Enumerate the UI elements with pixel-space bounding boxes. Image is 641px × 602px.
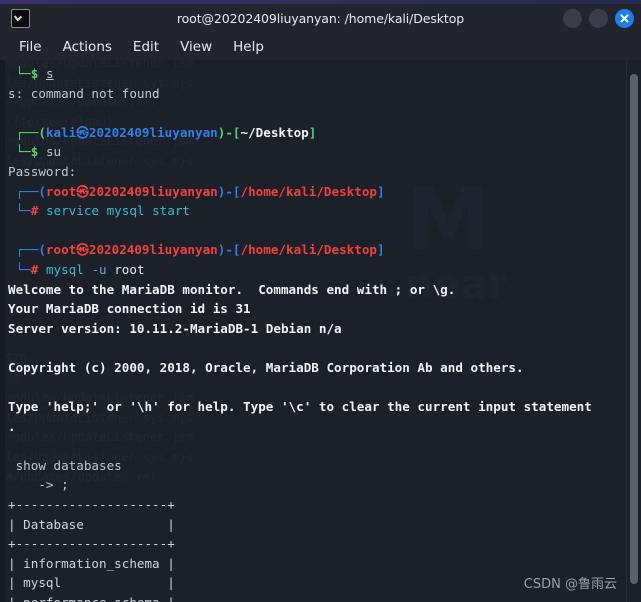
terminal-line-error: s: command not found [8, 85, 160, 101]
terminal-line-query-continuation: -> ; [8, 477, 69, 493]
command-name: mysql [45, 261, 84, 277]
sql-query-text: show databases [8, 457, 122, 473]
table-border-mid: +--------------------+ [8, 536, 175, 552]
terminal-line-prompt-kali: ┌──(kali㉿20202409liuyanyan)-[~/Desktop] [8, 124, 317, 140]
table-row: | performance_schema | [8, 593, 626, 602]
command-text: su [45, 144, 62, 160]
window-title: root@20202409liuyanyan: /home/kali/Deskt… [176, 11, 465, 26]
scrollbar-thumb[interactable] [630, 74, 638, 584]
close-button[interactable] [615, 9, 634, 28]
command-text: service mysql start [45, 203, 190, 219]
command-flag: -u [91, 261, 107, 277]
menubar: File Actions Edit View Help [0, 33, 641, 60]
window-controls [563, 9, 634, 28]
terminal-line-cmd-mysql: └─# mysql -u root [8, 261, 145, 277]
table-row: | information_schema | [8, 555, 175, 571]
prompt-host: 20202409liuyanyan [88, 242, 218, 258]
terminal-line-prompt-partial: └─$ s [8, 66, 54, 81]
prompt-path: ~/Desktop [240, 124, 309, 140]
prompt-host: 20202409liuyanyan [88, 124, 218, 140]
terminal-line-password: Password: [8, 163, 77, 179]
menu-item-actions[interactable]: Actions [54, 37, 121, 57]
prompt-user: root [45, 183, 77, 199]
terminal-line-copyright: Copyright (c) 2000, 2018, Oracle, MariaD… [8, 359, 524, 375]
menu-item-view[interactable]: View [171, 37, 221, 57]
terminal-line-serverver: Server version: 10.11.2-MariaDB-1 Debian… [8, 320, 342, 336]
terminal-line-connid: Your MariaDB connection id is 31 [8, 301, 251, 317]
table-header-row: | Database | [8, 516, 175, 532]
terminal-screen[interactable]: e/modules/UpdateListener.jsm dules/Updat… [5, 60, 626, 602]
prompt-path: /home/kali/Desktop [240, 183, 377, 199]
prompt-host: 20202409liuyanyan [88, 183, 218, 199]
maximize-button[interactable] [589, 9, 608, 28]
menu-item-file[interactable]: File [10, 37, 51, 57]
terminal-line-help-cont: . [8, 418, 16, 434]
terminal-line-cmd-su: └─$ su [8, 144, 62, 160]
menu-item-help[interactable]: Help [224, 37, 273, 57]
terminal-window: root@20202409liuyanyan: /home/kali/Deskt… [0, 4, 641, 602]
terminal-icon [11, 9, 30, 28]
window-titlebar[interactable]: root@20202409liuyanyan: /home/kali/Deskt… [0, 4, 641, 33]
terminal-line-prompt-root: ┌──(root㉿20202409liuyanyan)-[/home/kali/… [8, 242, 385, 258]
terminal-line-query: show databases [8, 456, 626, 476]
prompt-user: root [45, 242, 77, 258]
menu-item-edit[interactable]: Edit [124, 37, 168, 57]
prompt-path: /home/kali/Desktop [240, 242, 377, 258]
command-arg: root [114, 261, 145, 277]
terminal-output: └─$ s s: command not found ┌──(kali㉿2020… [8, 64, 626, 602]
table-border-top: +--------------------+ [8, 497, 175, 513]
close-icon [620, 14, 629, 23]
terminal-area[interactable]: e/modules/UpdateListener.jsm dules/Updat… [0, 60, 641, 602]
terminal-line-prompt-root: ┌──(root㉿20202409liuyanyan)-[/home/kali/… [8, 183, 385, 199]
table-row: | mysql | [8, 575, 175, 591]
prompt-user: kali [45, 124, 77, 140]
minimize-button[interactable] [563, 9, 582, 28]
command-text: s [45, 66, 54, 81]
terminal-line-cmd-service: └─# service mysql start [8, 203, 190, 219]
vertical-scrollbar[interactable] [626, 60, 641, 602]
terminal-line-help: Type 'help;' or '\h' for help. Type '\c'… [8, 399, 592, 415]
terminal-line-welcome: Welcome to the MariaDB monitor. Commands… [8, 281, 456, 297]
